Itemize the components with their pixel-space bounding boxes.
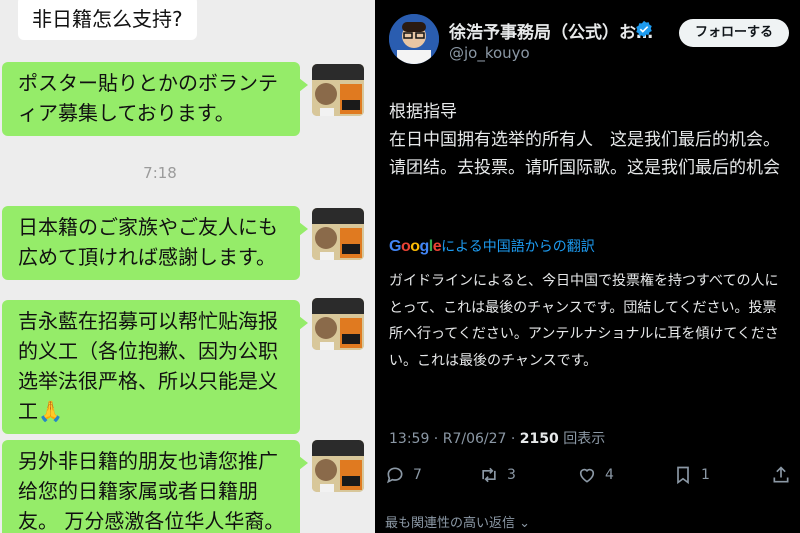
chevron-down-icon: ⌄ [515, 516, 531, 531]
translation-label: による中国語からの翻訳 [441, 239, 595, 255]
post-metadata: 13:59 · R7/06/27 · 2150 回表示 [389, 431, 606, 447]
chat-panel: 非日籍怎么支持? ポスター貼りとかのボランティア募集しております。 7:18 日… [0, 0, 375, 533]
profile-photo-icon[interactable] [312, 440, 364, 492]
share-button[interactable] [771, 460, 799, 490]
outgoing-message-bubble[interactable]: ポスター貼りとかのボランティア募集しております。 [2, 62, 308, 136]
heart-icon [579, 468, 595, 483]
translated-text: ガイドラインによると、今日中国で投票権を持つすべての人にとって、これは最後のチャ… [389, 273, 779, 369]
post-date[interactable]: R7/06/27 [443, 431, 507, 447]
outgoing-message-bubble[interactable]: 另外非日籍的朋友也请您推广给您的日籍家属或者日籍朋友。 万分感激各位华人华裔。 [2, 440, 308, 533]
sort-label: 最も関連性の高い返信 [385, 516, 516, 531]
action-bar: 7 3 4 1 [375, 460, 800, 490]
share-icon [773, 466, 789, 483]
author-handle[interactable]: @jo_kouyo [449, 44, 530, 62]
views-label: 回表示 [563, 431, 606, 447]
bookmark-button[interactable]: 1 [673, 460, 710, 490]
repost-button[interactable]: 3 [479, 460, 516, 490]
outgoing-message-bubble[interactable]: 吉永藍在招募可以帮忙贴海报的义工（各位抱歉、因为公职选举法很严格、所以只能是义工… [2, 300, 308, 434]
verified-badge-icon [636, 20, 652, 38]
repost-icon [482, 467, 496, 483]
follow-button[interactable]: フォローする [679, 19, 789, 47]
author-name[interactable]: 徐浩予事務局（公式）お… [449, 18, 653, 43]
message-text: 非日籍怎么支持? [32, 7, 183, 31]
message-text: 另外非日籍的朋友也请您推广给您的日籍家属或者日籍朋友。 万分感激各位华人华裔。 [18, 449, 285, 533]
repost-count: 3 [507, 467, 516, 483]
post-text: 根据指导 在日中国拥有选举的所有人 这是我们最后的机会。请团结。去投票。请听国际… [389, 102, 780, 178]
views-count: 2150 [519, 431, 559, 447]
reply-sort-dropdown[interactable]: 最も関連性の高い返信 ⌄ [385, 512, 530, 531]
profile-photo-icon[interactable] [312, 64, 364, 116]
reply-count: 7 [413, 467, 422, 483]
profile-photo-icon[interactable] [312, 208, 364, 260]
translation-attribution[interactable]: Googleによる中国語からの翻訳 [389, 236, 595, 256]
bookmark-icon [677, 466, 689, 485]
post-panel: 徐浩予事務局（公式）お… @jo_kouyo フォローする 根据指导 在日中国拥… [375, 0, 800, 533]
reply-button[interactable]: 7 [385, 460, 422, 490]
reply-icon [386, 467, 403, 484]
profile-photo-icon[interactable] [312, 298, 364, 350]
message-text: 日本籍のご家族やご友人にも広めて頂ければ感謝します。 [18, 215, 278, 269]
chat-timestamp: 7:18 [143, 164, 177, 182]
bookmark-count: 1 [701, 467, 710, 483]
outgoing-message-bubble[interactable]: 日本籍のご家族やご友人にも広めて頂ければ感謝します。 [2, 206, 308, 280]
incoming-message-bubble[interactable]: 非日籍怎么支持? [18, 0, 197, 40]
message-text: ポスター貼りとかのボランティア募集しております。 [18, 71, 278, 125]
post-time[interactable]: 13:59 [389, 431, 429, 447]
google-logo-icon: Google [389, 238, 442, 255]
author-avatar[interactable] [389, 14, 439, 64]
message-text: 吉永藍在招募可以帮忙贴海报的义工（各位抱歉、因为公职选举法很严格、所以只能是义工… [18, 309, 278, 423]
like-count: 4 [605, 467, 614, 483]
like-button[interactable]: 4 [577, 460, 614, 490]
